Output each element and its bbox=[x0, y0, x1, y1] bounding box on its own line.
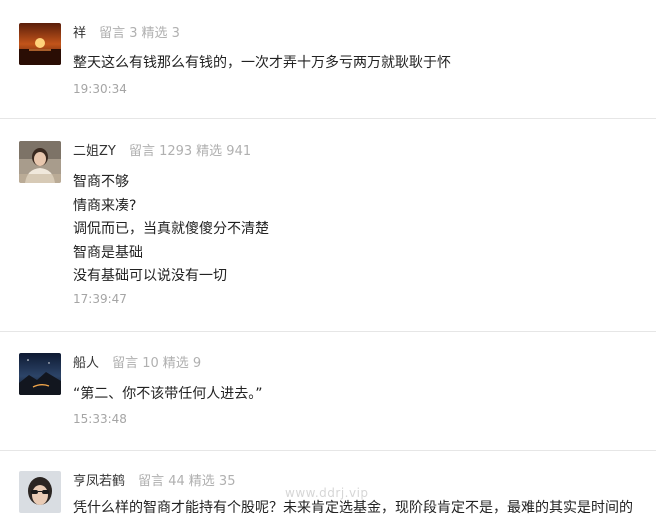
nickname[interactable]: 船人 bbox=[73, 356, 99, 371]
night-landscape-avatar-icon bbox=[19, 353, 61, 395]
comment-item: 祥 留言 3 精选 3 整天这么有钱那么有钱的，一次才弄十万多亏两万就耿耿于怀 1… bbox=[0, 0, 656, 119]
nickname[interactable]: 祥 bbox=[73, 26, 86, 41]
comment-line: 情商来凑? bbox=[73, 197, 137, 214]
comment-line: 智商不够 bbox=[73, 174, 129, 190]
comment-body: “第二、你不该带任何人进去。” bbox=[73, 383, 263, 407]
messages-count: 留言 10 bbox=[112, 356, 159, 371]
nickname[interactable]: 亨凤若鹤 bbox=[73, 474, 125, 489]
avatar[interactable] bbox=[19, 141, 61, 183]
comment-item: 二姐ZY 留言 1293 精选 941 智商不够 情商来凑? 调侃而已，当真就傻傻… bbox=[0, 119, 656, 332]
comment-time: 17:39:47 bbox=[73, 292, 127, 306]
comment-line: 没有基础可以说没有一切 bbox=[73, 268, 227, 284]
comment-line: 智商是基础 bbox=[73, 244, 143, 261]
comment-body: 整天这么有钱那么有钱的，一次才弄十万多亏两万就耿耿于怀 bbox=[73, 52, 451, 76]
featured-count: 精选 9 bbox=[162, 356, 202, 371]
avatar[interactable] bbox=[19, 471, 61, 513]
watermark: www.ddrj.vip bbox=[285, 486, 369, 500]
comment-meta: 二姐ZY 留言 1293 精选 941 bbox=[73, 140, 251, 160]
avatar[interactable] bbox=[19, 23, 61, 65]
comment-line: 凭什么样的智商才能持有个股呢？未来肯定选基金，现阶段肯定不是，最难的其实是时间的 bbox=[73, 500, 633, 516]
messages-count: 留言 44 bbox=[138, 474, 185, 489]
nickname[interactable]: 二姐ZY bbox=[73, 144, 116, 159]
comment-list: 祥 留言 3 精选 3 整天这么有钱那么有钱的，一次才弄十万多亏两万就耿耿于怀 1… bbox=[0, 0, 656, 531]
comment-time: 15:33:48 bbox=[73, 412, 127, 426]
comment-meta: 船人 留言 10 精选 9 bbox=[73, 352, 201, 372]
sunset-photo-avatar-icon bbox=[19, 23, 61, 65]
comment-line: 整天这么有钱那么有钱的，一次才弄十万多亏两万就耿耿于怀 bbox=[73, 55, 451, 71]
comment-item: 船人 留言 10 精选 9 “第二、你不该带任何人进去。” 15:33:48 bbox=[0, 332, 656, 451]
woman-portrait-avatar-icon bbox=[19, 141, 61, 183]
featured-count: 精选 3 bbox=[141, 26, 180, 41]
comment-body: 智商不够 情商来凑? 调侃而已，当真就傻傻分不清楚 智商是基础 没有基础可以说没… bbox=[73, 171, 269, 289]
comment-meta: 亨凤若鹤 留言 44 精选 35 bbox=[73, 470, 235, 490]
comment-time: 19:30:34 bbox=[73, 82, 127, 96]
comment-line: 调侃而已，当真就傻傻分不清楚 bbox=[73, 221, 269, 237]
comment-line: “第二、你不该带任何人进去。” bbox=[73, 386, 263, 402]
comment-meta: 祥 留言 3 精选 3 bbox=[73, 22, 180, 42]
messages-count: 留言 1293 bbox=[128, 144, 193, 159]
comment-body: 凭什么样的智商才能持有个股呢？未来肯定选基金，现阶段肯定不是，最难的其实是时间的 bbox=[73, 497, 656, 521]
messages-count: 留言 3 bbox=[99, 26, 138, 41]
sunglasses-portrait-avatar-icon bbox=[19, 471, 61, 513]
avatar[interactable] bbox=[19, 353, 61, 395]
featured-count: 精选 941 bbox=[196, 144, 252, 159]
featured-count: 精选 35 bbox=[188, 474, 236, 489]
